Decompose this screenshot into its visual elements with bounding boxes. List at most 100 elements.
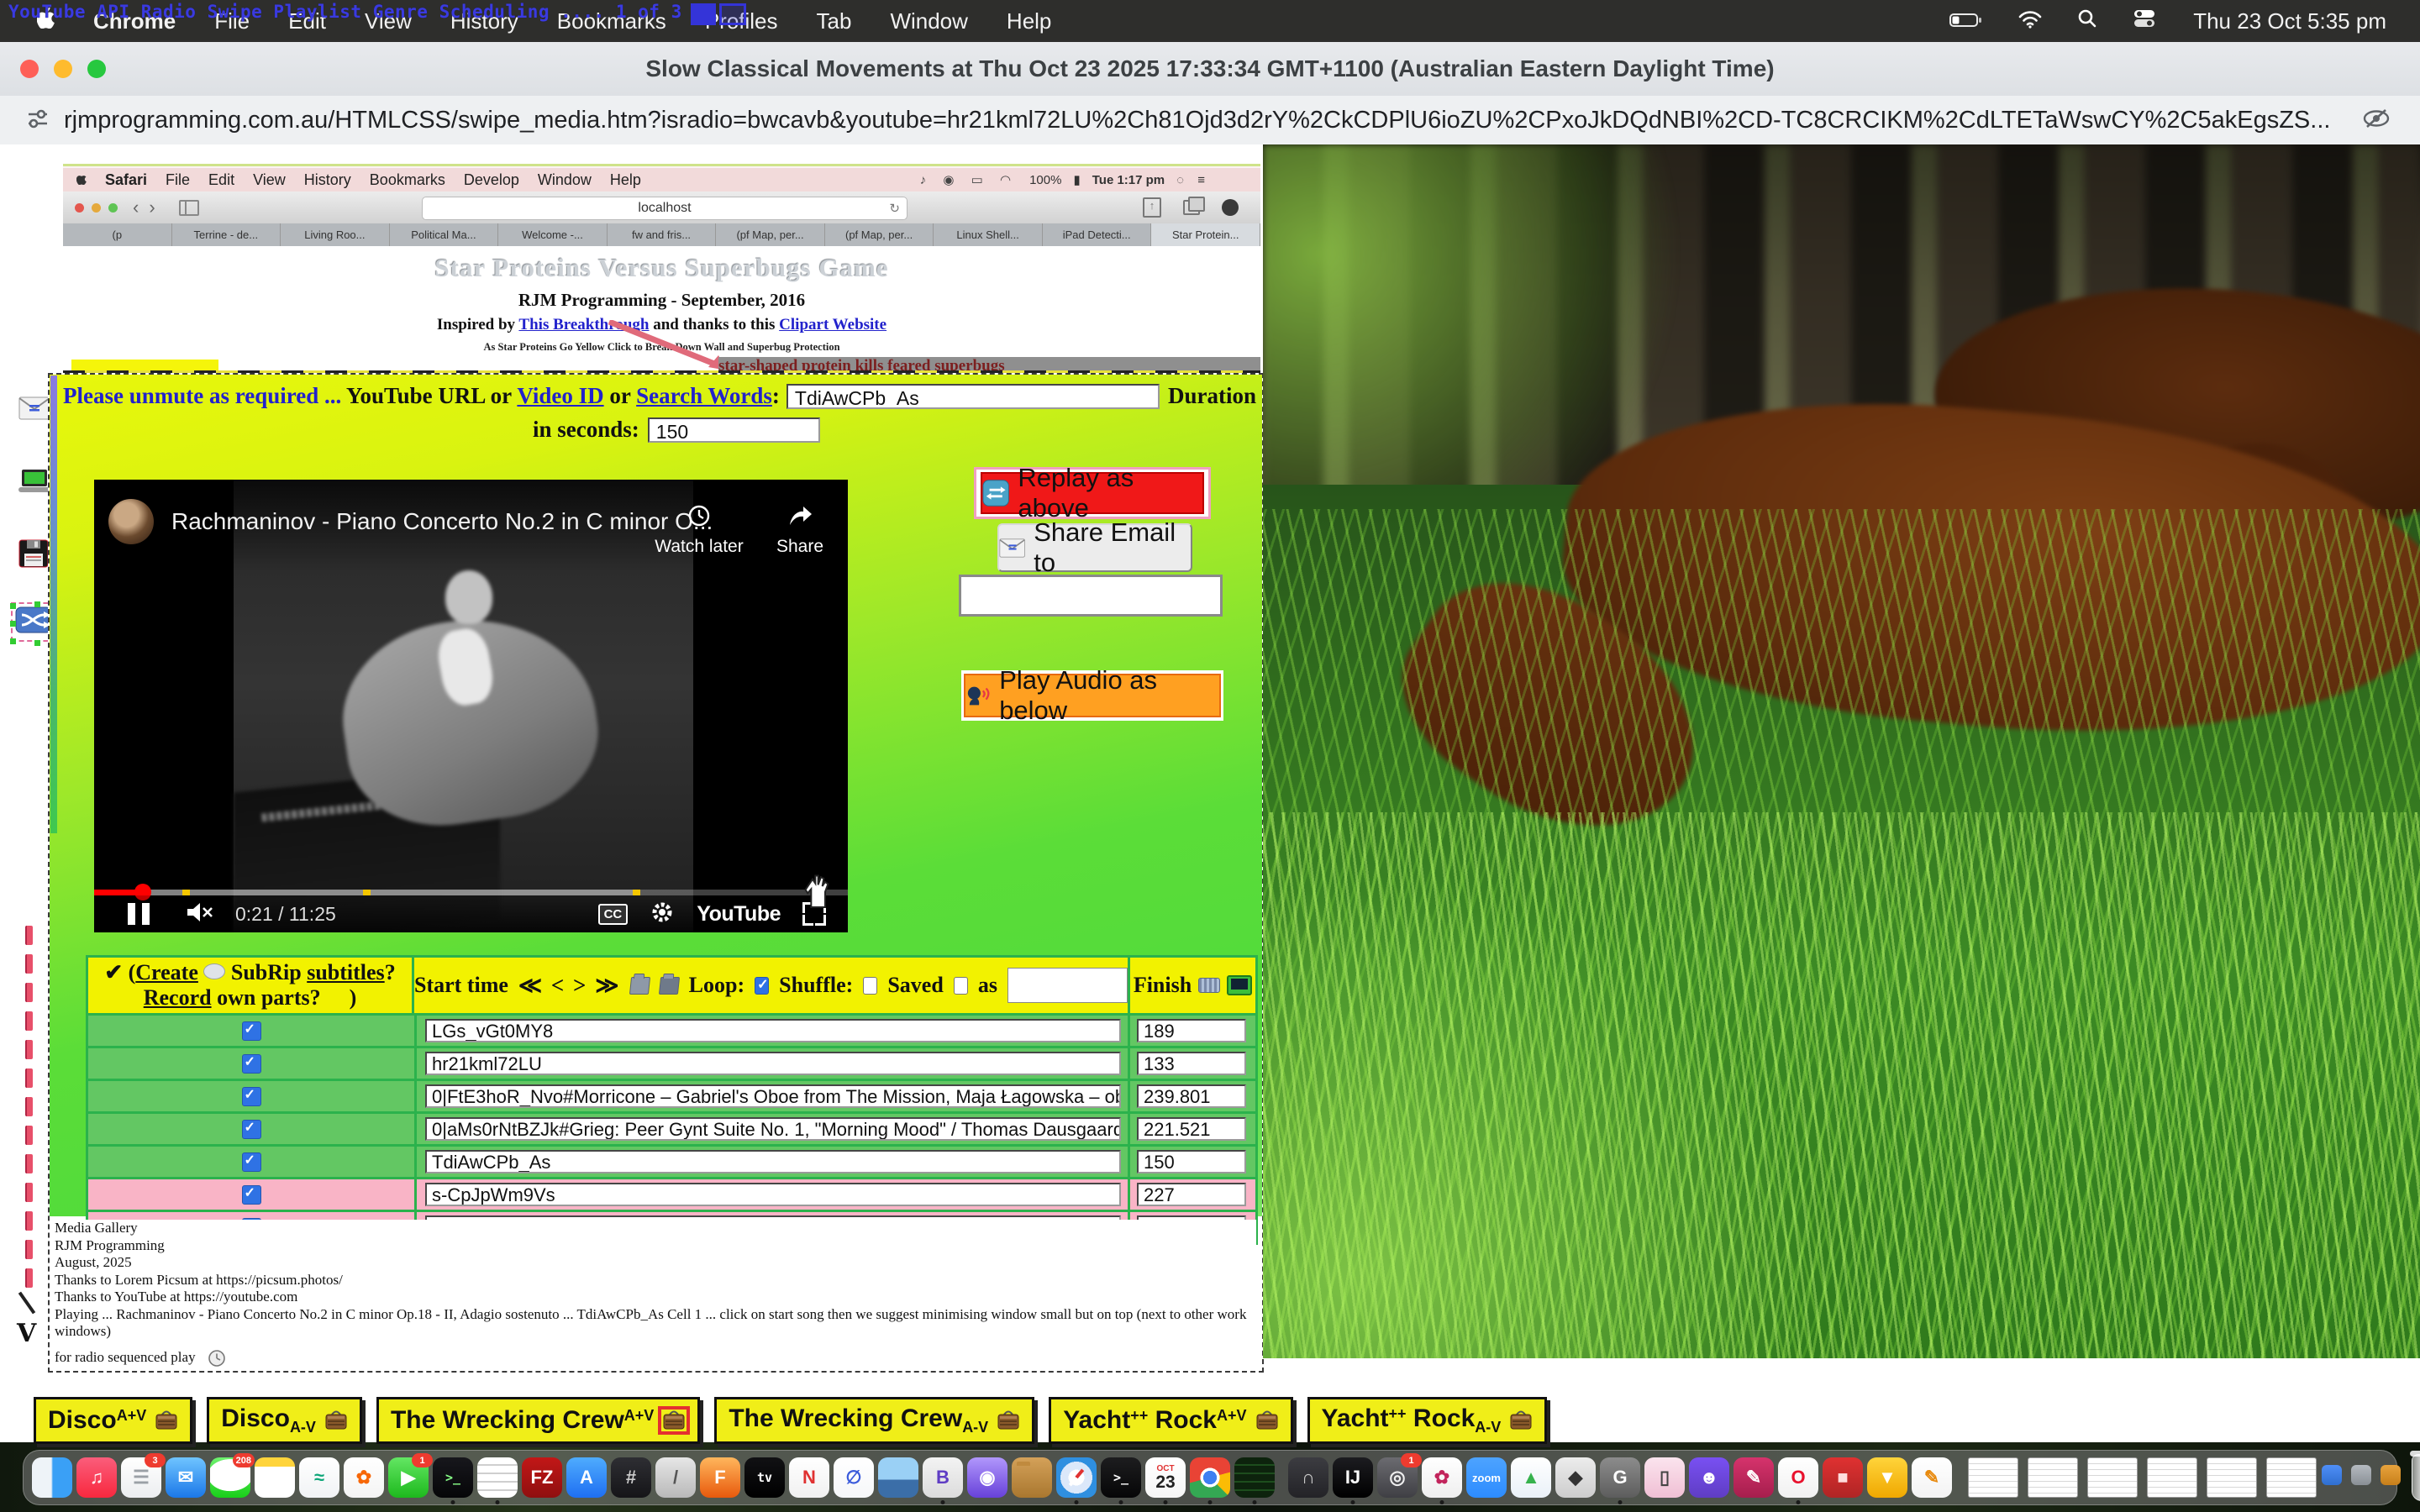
genre-button[interactable]: The Wrecking CrewA-V [714,1397,1034,1444]
dock-app-icon[interactable]: ✿ [1422,1457,1462,1498]
dock-app-icon[interactable] [1190,1457,1230,1498]
dock-app-icon[interactable]: ∅ [834,1457,874,1498]
menubar-item[interactable]: Window [890,8,967,34]
duration-input[interactable]: 133 [1137,1052,1246,1075]
dock-app-icon[interactable]: G [1600,1457,1640,1498]
row-checkbox[interactable] [242,1021,261,1041]
channel-avatar[interactable] [108,499,154,544]
row-checkbox[interactable] [242,1120,261,1139]
dock-app-icon[interactable]: ∩ [1288,1457,1328,1498]
dock-app-icon[interactable]: >_ [433,1457,473,1498]
dock-app-icon[interactable]: ▯ [1644,1457,1685,1498]
dock-app-icon[interactable]: / [655,1457,696,1498]
shuffle-icon[interactable] [15,606,52,638]
dock-app-icon[interactable]: ☰ 3 [121,1457,161,1498]
dock-app-icon[interactable]: ≈ [299,1457,339,1498]
url-text[interactable]: rjmprogramming.com.au/HTMLCSS/swipe_medi… [64,107,2348,134]
row-checkbox[interactable] [242,1087,261,1106]
replay-button[interactable]: Replay as above [981,472,1204,514]
dock-mini-icon[interactable] [2381,1465,2401,1485]
duration-input[interactable]: 221.521 [1137,1117,1246,1141]
video-id-input[interactable]: TdiAwCPb_As [425,1150,1121,1173]
saved-checkbox[interactable] [954,977,968,995]
dock-app-icon[interactable]: >_ [1101,1457,1141,1498]
duration-input[interactable]: 227 [1137,1183,1246,1206]
subtitles-link[interactable]: subtitles [307,960,384,984]
dock-app-icon[interactable]: ✎ [1733,1457,1774,1498]
youtube-player[interactable]: Rachmaninov - Piano Concerto No.2 in C m… [94,480,848,932]
trash-icon[interactable] [2412,1454,2420,1501]
dock-app-icon[interactable]: ✉ [166,1457,206,1498]
share-email-button[interactable]: Share Email to [997,523,1192,572]
settings-gear-icon[interactable] [650,900,675,929]
email-icon[interactable] [18,396,50,424]
dock-app-icon[interactable]: A [566,1457,607,1498]
dock-app-icon[interactable]: ▶ 1 [388,1457,429,1498]
watch-later-button[interactable]: Watch later [649,503,750,557]
search-words-input[interactable]: TdiAwCPb_As [786,384,1160,409]
site-settings-icon[interactable] [24,104,52,137]
minimized-window-thumbnail[interactable] [1968,1457,2018,1498]
video-id-input[interactable]: 0|aMs0rNtBZJk#Grieg: Peer Gynt Suite No.… [425,1117,1121,1141]
floppy-disk-icon[interactable] [18,539,49,572]
dock-app-icon[interactable]: ◆ [1555,1457,1596,1498]
minimized-window-thumbnail[interactable] [2028,1457,2078,1498]
video-id-input[interactable]: 0|FtE3hoR_Nvo#Morricone – Gabriel's Oboe… [425,1084,1121,1108]
dock-app-icon[interactable]: ✎ [1912,1457,1952,1498]
dock-app-icon[interactable] [878,1457,918,1498]
dock-app-icon[interactable]: ♫ [76,1457,117,1498]
folder-icon[interactable] [659,977,680,995]
url-bar[interactable]: rjmprogramming.com.au/HTMLCSS/swipe_medi… [0,96,2420,145]
dock-app-icon[interactable]: F [700,1457,740,1498]
dock-app-icon[interactable]: IJ [1333,1457,1373,1498]
duration-seconds-input[interactable]: 150 [648,417,820,443]
dock-app-icon[interactable]: tv [744,1457,785,1498]
dock-app-icon[interactable] [477,1457,518,1498]
zoom-window-button[interactable] [87,60,106,78]
dock-app-icon[interactable]: ▲ [1511,1457,1551,1498]
row-checkbox[interactable] [242,1054,261,1074]
genre-button[interactable]: Yacht++ RockA-V [1307,1397,1548,1444]
create-link[interactable]: Create [135,960,198,984]
menubar-clock[interactable]: Thu 23 Oct 5:35 pm [2193,8,2386,34]
video-id-input[interactable]: LGs_vGt0MY8 [425,1019,1121,1042]
saved-name-input[interactable] [1007,968,1128,1003]
progress-bar[interactable] [94,890,848,895]
dock-app-icon[interactable]: ◎ 1 [1377,1457,1418,1498]
dock-app-icon[interactable]: ✿ [344,1457,384,1498]
genre-button[interactable]: DiscoA+V [34,1397,192,1444]
dock-app-icon[interactable] [1056,1457,1097,1498]
row-checkbox[interactable] [242,1152,261,1172]
loop-checkbox[interactable] [755,977,769,995]
video-id-link[interactable]: Video ID [517,383,603,409]
dock-app-icon[interactable]: zoom [1466,1457,1507,1498]
dock-app-icon[interactable]: O [1778,1457,1818,1498]
video-id-input[interactable]: s-CpJpWm9Vs [425,1183,1121,1206]
genre-button[interactable]: Yacht++ RockA+V [1049,1397,1292,1444]
record-link[interactable]: Record [144,985,212,1010]
dock-app-icon[interactable]: FZ [522,1457,562,1498]
minimized-window-thumbnail[interactable] [2207,1457,2257,1498]
folder-icon[interactable] [629,977,650,995]
eye-off-icon[interactable] [2361,108,2391,134]
dock-app-icon[interactable]: ▼ [1867,1457,1907,1498]
control-center-icon[interactable] [2133,8,2158,34]
dock-app-icon[interactable]: ■ [1823,1457,1863,1498]
play-audio-button[interactable]: Play Audio as below [964,674,1221,717]
dock-mini-icon[interactable] [2322,1465,2342,1485]
minimize-window-button[interactable] [54,60,72,78]
video-id-input[interactable]: hr21kml72LU [425,1052,1121,1075]
search-icon[interactable] [2077,8,2097,34]
dock-app-icon[interactable] [1012,1457,1052,1498]
duration-input[interactable]: 189 [1137,1019,1246,1042]
email-address-input[interactable] [959,575,1223,617]
pause-button[interactable] [128,903,150,925]
duration-input[interactable]: 150 [1137,1150,1246,1173]
search-words-link[interactable]: Search Words [636,383,772,409]
dock-mini-icon[interactable] [2351,1465,2371,1485]
dock-app-icon[interactable]: N [789,1457,829,1498]
video-title[interactable]: Rachmaninov - Piano Concerto No.2 in C m… [171,508,713,535]
dock-app-icon[interactable]: B [923,1457,963,1498]
minimized-window-thumbnail[interactable] [2087,1457,2138,1498]
menubar-item[interactable]: Help [1007,8,1051,34]
